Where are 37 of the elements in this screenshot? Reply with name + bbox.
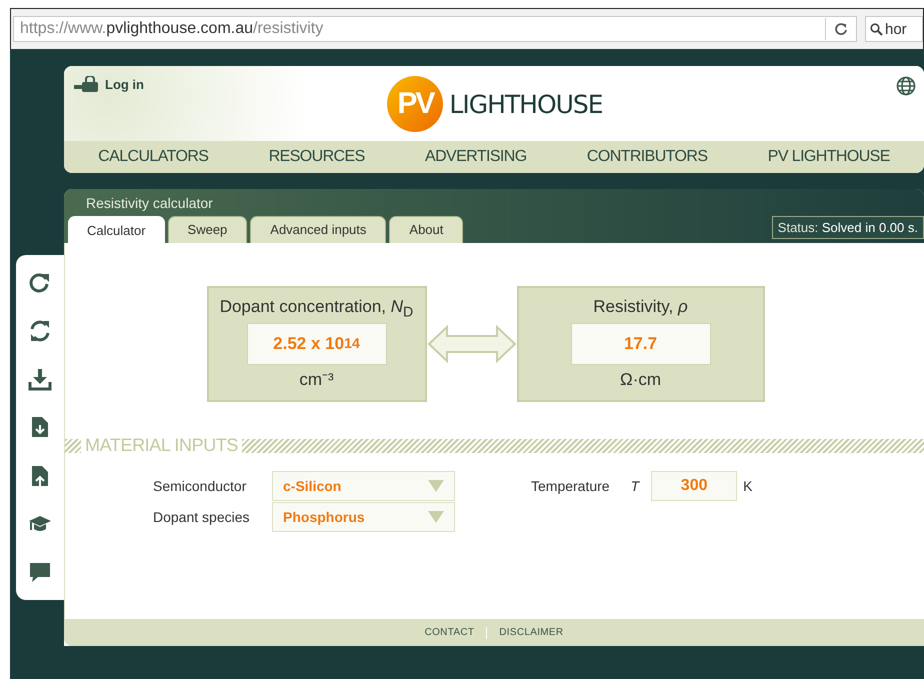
field-label: Temperature (531, 478, 610, 494)
status-indicator: Status: Solved in 0.00 s. (772, 216, 924, 239)
nav-link[interactable]: PV LIGHTHOUSE (768, 148, 890, 166)
card-label: Dopant concentration, N$_{D}$ (220, 297, 414, 320)
tab[interactable]: Sweep (168, 216, 248, 243)
unit-label: Ω·cm (620, 370, 662, 390)
panel-title: Resistivity calculator (85, 194, 214, 211)
stripe-decoration (65, 438, 81, 452)
search-icon (870, 22, 883, 36)
nav-link[interactable]: CONTRIBUTORS (586, 148, 708, 166)
unit-label: K (743, 478, 752, 494)
field-label: Semiconductor (153, 478, 248, 494)
field-label: Dopant species (153, 509, 251, 525)
tab[interactable]: About (389, 216, 464, 243)
footer-link[interactable]: DISCLAIMER (499, 627, 564, 638)
unit-label: cm⁻³ (299, 368, 334, 390)
reload-icon[interactable] (834, 22, 848, 36)
tab[interactable]: Advanced inputs (250, 216, 386, 243)
lock-icon (74, 76, 100, 92)
dropdown-arrow-icon (428, 511, 444, 523)
dropdown-arrow-icon (428, 480, 444, 492)
globe-icon[interactable] (896, 76, 916, 96)
url-field[interactable]: https://www.pvlighthouse.com.au/resistivity (13, 16, 857, 42)
nav-link[interactable]: CALCULATORS (98, 148, 208, 166)
download-icon[interactable] (28, 367, 52, 392)
nav-link[interactable]: RESOURCES (268, 148, 365, 166)
footer-link[interactable]: CONTACT (424, 627, 474, 638)
logo-wordmark[interactable]: LIGHTHOUSE (449, 90, 603, 118)
refresh-icon[interactable] (28, 271, 52, 296)
login-link[interactable]: Log in (74, 76, 224, 92)
section-title: MATERIAL INPUTS (85, 435, 238, 456)
symbol-label: T (630, 478, 640, 494)
sync-icon[interactable] (28, 319, 52, 344)
search-field[interactable]: hor (865, 16, 923, 42)
tab[interactable]: Calculator (68, 216, 165, 243)
card-label: Resistivity, ρ (593, 297, 688, 317)
nav-link[interactable]: ADVERTISING (425, 148, 527, 166)
